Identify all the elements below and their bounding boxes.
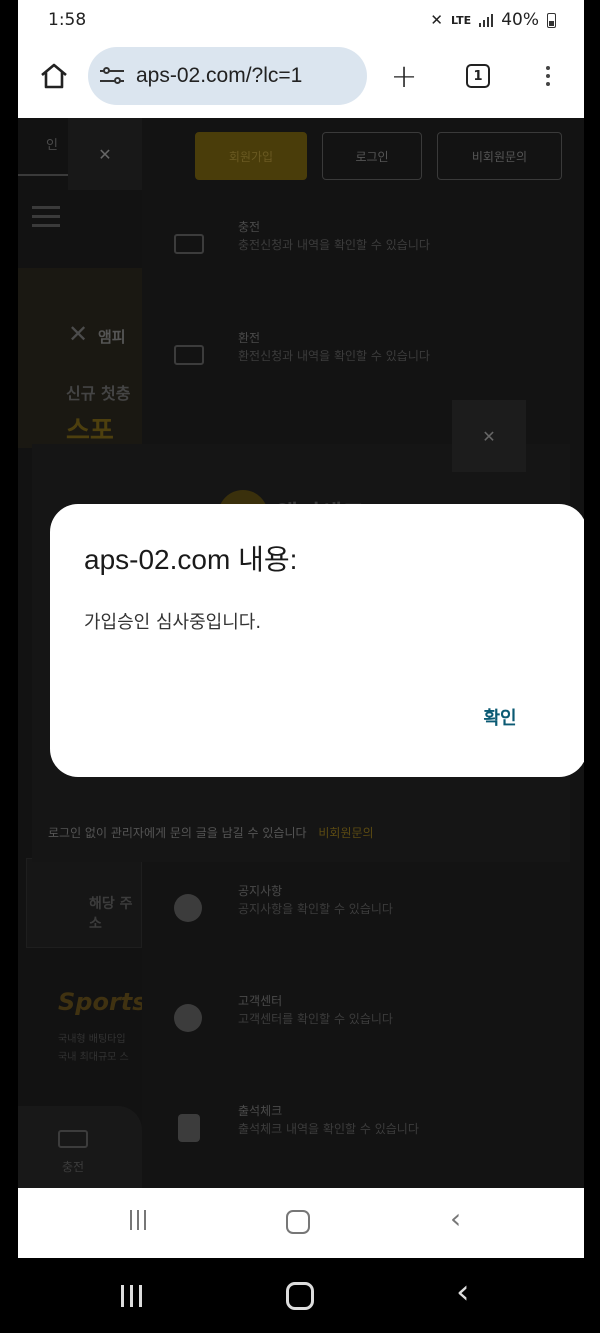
clipboard-icon: [178, 1114, 200, 1142]
phone-screen: 1:58 ✕ LTE 40% aps-02.com/?lc=1 + 1 인 ✕ …: [18, 0, 584, 1258]
notice-card: 해당 주소: [26, 858, 142, 948]
new-tab-button[interactable]: +: [384, 56, 424, 96]
browser-menu-button[interactable]: [528, 56, 568, 96]
login-button: 로그인: [322, 132, 422, 180]
lte-icon: LTE: [450, 13, 472, 27]
tab-underline: [18, 174, 70, 176]
close-icon: ✕: [482, 426, 496, 446]
drawer-item-desc: 충전신청과 내역을 확인할 수 있습니다: [238, 238, 430, 252]
charge-fab-label: 충전: [62, 1160, 85, 1174]
battery-icon: [547, 12, 556, 28]
home-button[interactable]: [34, 56, 74, 96]
sports-line-2: 국내 최대규모 스: [58, 1052, 129, 1063]
home-icon: [41, 63, 67, 89]
recents-button[interactable]: [130, 1210, 146, 1230]
back-button[interactable]: ‹: [450, 1202, 461, 1235]
drawer-item-desc: 고객센터를 확인할 수 있습니다: [238, 1012, 393, 1026]
guest-inquiry-hint: 로그인 없이 관리자에게 문의 글을 남길 수 있습니다 비회원문의: [48, 824, 374, 841]
drawer-item-title: 충전: [238, 220, 261, 234]
sports-logo: Sports: [58, 988, 147, 1016]
drawer-item-desc: 공지사항을 확인할 수 있습니다: [238, 902, 393, 916]
browser-toolbar: aps-02.com/?lc=1 + 1: [18, 40, 584, 118]
url-bar[interactable]: aps-02.com/?lc=1: [88, 47, 367, 105]
modal-close-button: ✕: [452, 400, 526, 472]
hamburger-icon: [32, 206, 60, 233]
money-icon: [58, 1130, 88, 1148]
drawer-item-desc: 출석체크 내역을 확인할 수 있습니다: [238, 1122, 419, 1136]
drawer-item-desc: 환전신청과 내역을 확인할 수 있습니다: [238, 349, 430, 363]
url-text: aps-02.com/?lc=1: [136, 64, 303, 87]
battery-percent: 40%: [501, 10, 539, 30]
alert-icon: [174, 894, 202, 922]
join-button: 회원가입: [195, 132, 307, 180]
banner-text: 신규 첫충: [66, 384, 131, 403]
ok-button[interactable]: 확인: [468, 700, 532, 734]
drawer-item-attendance: 출석체크 출석체크 내역을 확인할 수 있습니다: [142, 1102, 584, 1162]
top-tab-fragment: 인: [46, 138, 58, 153]
system-home-button[interactable]: [286, 1282, 314, 1310]
system-back-button[interactable]: ‹: [456, 1272, 470, 1312]
signal-icon: [479, 13, 494, 27]
drawer-item-support: 고객센터 고객센터를 확인할 수 있습니다: [142, 992, 584, 1052]
plus-icon: +: [390, 57, 418, 95]
charge-fab: 충전: [18, 1106, 142, 1188]
money-icon: [174, 345, 204, 365]
alert-dialog: aps-02.com 내용: 가입승인 심사중입니다. 확인: [50, 504, 584, 777]
guest-inquiry-text: 로그인 없이 관리자에게 문의 글을 남길 수 있습니다: [48, 826, 307, 840]
tab-switcher-button[interactable]: 1: [458, 56, 498, 96]
system-recents-button[interactable]: [121, 1285, 142, 1307]
drawer-item-title: 공지사항: [238, 884, 283, 898]
chevron-left-icon: ‹: [456, 1272, 470, 1312]
chevron-left-icon: ‹: [450, 1202, 462, 1235]
logo-icon: ✕: [68, 320, 89, 348]
notice-card-text: 해당 주소: [89, 896, 133, 932]
site-settings-icon[interactable]: [100, 66, 124, 86]
banner-logo-text: 앰피: [98, 328, 126, 346]
status-bar: 1:58 ✕ LTE 40%: [18, 0, 584, 40]
promo-banner: ✕ 앰피 신규 첫충 스포: [18, 268, 142, 448]
drawer-item-title: 환전: [238, 331, 261, 345]
drawer-item-charge: 충전 충전신청과 내역을 확인할 수 있습니다: [142, 218, 584, 278]
app-navigation-bar: ‹: [18, 1188, 584, 1258]
banner-highlight: 스포: [66, 416, 114, 446]
status-icons: ✕ LTE 40%: [430, 10, 556, 30]
home-nav-button[interactable]: [286, 1210, 310, 1234]
status-time: 1:58: [48, 10, 87, 30]
tab-count: 1: [466, 64, 490, 88]
sports-line-1: 국내형 배팅타입: [58, 1034, 126, 1045]
drawer-item-exchange: 환전 환전신청과 내역을 확인할 수 있습니다: [142, 329, 584, 389]
dialog-title: aps-02.com 내용:: [84, 544, 298, 575]
guest-inquiry-link: 비회원문의: [318, 826, 374, 840]
drawer-item-title: 출석체크: [238, 1104, 283, 1118]
system-navigation-bar: ‹: [0, 1258, 600, 1333]
close-icon: ✕: [98, 144, 112, 164]
drawer-item-notice: 공지사항 공지사항을 확인할 수 있습니다: [142, 882, 584, 942]
drawer-item-title: 고객센터: [238, 994, 283, 1008]
dialog-message: 가입승인 심사중입니다.: [84, 612, 262, 633]
guest-inquiry-button: 비회원문의: [437, 132, 562, 180]
mute-icon: ✕: [430, 11, 443, 29]
drawer-close-button: ✕: [68, 118, 142, 190]
alert-icon: [174, 1004, 202, 1032]
money-icon: [174, 234, 204, 254]
